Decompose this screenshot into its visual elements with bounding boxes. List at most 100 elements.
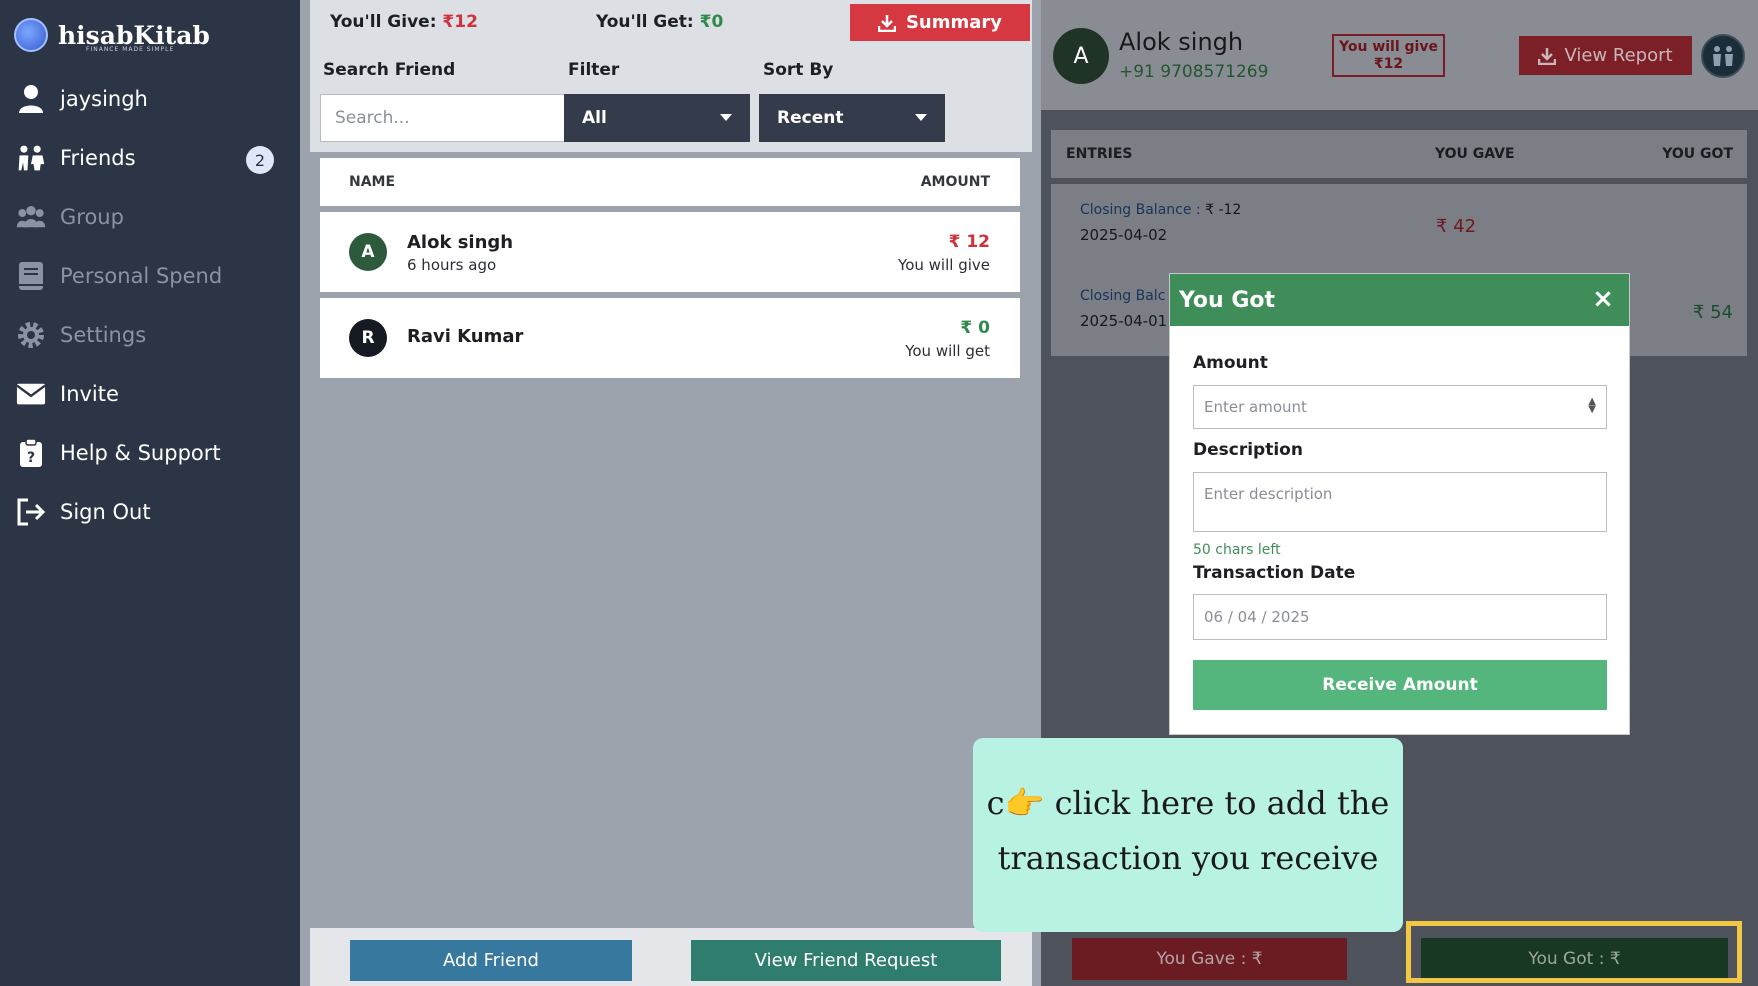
friend-row[interactable]: A Alok singh 6 hours ago ₹ 12 You will g…: [320, 212, 1020, 292]
sidebar-item-help[interactable]: ? Help & Support: [16, 438, 221, 468]
book-icon: [16, 261, 46, 291]
friend-row[interactable]: R Ravi Kumar ₹ 0 You will get: [320, 298, 1020, 378]
sidebar-item-label: Friends: [60, 146, 136, 170]
avatar: A: [1053, 28, 1109, 84]
friend-amount-hint: You will get: [905, 342, 990, 360]
tutorial-tooltip: c👉 click here to add the transaction you…: [973, 738, 1403, 932]
sidebar-item-label: Sign Out: [60, 500, 151, 524]
tooltip-text: c👉 click here to add the transaction you…: [973, 776, 1403, 886]
filter-label: Filter: [568, 60, 620, 80]
envelope-icon: [16, 379, 46, 409]
download-icon: [877, 14, 896, 32]
you-got-highlight: [1406, 921, 1742, 983]
sort-dropdown[interactable]: Recent: [759, 94, 945, 142]
sidebar-item-user[interactable]: jaysingh: [16, 84, 148, 114]
get-label: You'll Get:: [596, 12, 694, 32]
svg-text:?: ?: [27, 450, 35, 466]
brand-tagline: FINANCE MADE SIMPLE: [86, 46, 175, 53]
summary-button[interactable]: Summary: [850, 4, 1030, 41]
filter-value: All: [582, 108, 607, 128]
column-name: NAME: [349, 174, 396, 190]
download-icon: [1538, 47, 1557, 65]
view-report-button[interactable]: View Report: [1519, 36, 1692, 75]
add-friend-button[interactable]: Add Friend: [350, 940, 632, 981]
search-label: Search Friend: [323, 60, 456, 80]
tooltip-line: transaction you receive: [997, 839, 1379, 877]
view-friend-request-button[interactable]: View Friend Request: [691, 940, 1001, 981]
get-value: ₹0: [699, 12, 724, 32]
friend-name: Alok singh: [407, 232, 514, 253]
will-give-text: You will give: [1339, 39, 1438, 55]
will-give-amount: ₹12: [1373, 56, 1404, 72]
date-value: 06 / 04 / 2025: [1204, 608, 1310, 626]
sidebar-item-personal-spend[interactable]: Personal Spend: [16, 261, 222, 291]
column-you-got: YOU GOT: [1662, 146, 1733, 162]
chars-left: 50 chars left: [1193, 542, 1281, 558]
friend-time: 6 hours ago: [407, 256, 497, 274]
date-input[interactable]: 06 / 04 / 2025: [1193, 594, 1607, 640]
entry-label-text: Closing Balance :: [1080, 202, 1201, 218]
close-icon[interactable]: ×: [1589, 286, 1617, 314]
friend-amount: ₹ 12: [948, 232, 990, 252]
filter-dropdown[interactable]: All: [564, 94, 750, 142]
caret-down-icon: [720, 114, 732, 121]
sidebar-item-label: Personal Spend: [60, 264, 223, 288]
entry-date: 2025-04-01: [1080, 312, 1168, 330]
friends-share-icon[interactable]: [1701, 34, 1745, 78]
entry-gave: ₹ 42: [1436, 216, 1477, 237]
entry-row[interactable]: Closing Balance : ₹ -12 2025-04-02 ₹ 42: [1051, 184, 1747, 270]
description-placeholder: Enter description: [1204, 485, 1333, 503]
entry-got: ₹ 54: [1692, 302, 1733, 323]
date-label: Transaction Date: [1193, 563, 1356, 583]
avatar: A: [349, 233, 387, 271]
summary-label: Summary: [905, 12, 1003, 33]
modal-header: You Got ×: [1170, 274, 1629, 326]
sidebar: hisabKitab FINANCE MADE SIMPLE jaysingh …: [0, 0, 300, 986]
stepper-icon[interactable]: ▲ ▼: [1588, 397, 1596, 415]
friends-table-header: NAME AMOUNT: [320, 158, 1020, 206]
friend-name: Ravi Kumar: [407, 326, 524, 347]
description-label: Description: [1193, 440, 1303, 460]
description-input[interactable]: Enter description: [1193, 472, 1607, 532]
sidebar-item-label: jaysingh: [60, 87, 148, 111]
entry-label: Closing Balance : ₹ -12: [1080, 202, 1241, 218]
amount-placeholder: Enter amount: [1204, 398, 1307, 416]
give-value: ₹12: [442, 12, 478, 32]
give-label: You'll Give:: [330, 12, 437, 32]
sidebar-item-invite[interactable]: Invite: [16, 379, 119, 409]
sidebar-item-friends[interactable]: Friends: [16, 143, 136, 173]
entries-header: ENTRIES YOU GAVE YOU GOT: [1051, 130, 1747, 178]
friend-amount: ₹ 0: [960, 318, 990, 338]
sidebar-item-settings[interactable]: Settings: [16, 320, 146, 350]
friends-count-badge: 2: [246, 146, 274, 174]
globe-icon: [14, 18, 48, 52]
friends-actions: Add Friend View Friend Request: [310, 928, 1032, 986]
gear-icon: [16, 320, 46, 350]
search-input[interactable]: [320, 94, 583, 142]
column-you-gave: YOU GAVE: [1435, 146, 1515, 162]
balance-bar: You'll Give: ₹12 You'll Get: ₹0 Summary: [310, 0, 1032, 44]
friends-icon: [16, 143, 46, 173]
sort-label: Sort By: [763, 60, 834, 80]
sidebar-item-signout[interactable]: Sign Out: [16, 497, 151, 527]
sidebar-item-group[interactable]: Group: [16, 202, 124, 232]
column-amount: AMOUNT: [920, 174, 990, 190]
you-gave-button[interactable]: You Gave : ₹: [1072, 938, 1347, 980]
caret-down-icon: [915, 114, 927, 121]
amount-input[interactable]: Enter amount ▲ ▼: [1193, 385, 1607, 429]
avatar: R: [349, 319, 387, 357]
sort-value: Recent: [777, 108, 844, 128]
entry-label: Closing Balc: [1080, 288, 1166, 304]
sign-out-icon: [16, 497, 46, 527]
total-give: You'll Give: ₹12: [330, 12, 478, 32]
sidebar-item-label: Group: [60, 205, 124, 229]
friend-detail-header: A Alok singh +91 9708571269 You will giv…: [1041, 0, 1758, 110]
friend-detail-name: Alok singh: [1119, 28, 1244, 56]
entry-balance: ₹ -12: [1205, 202, 1242, 218]
total-get: You'll Get: ₹0: [596, 12, 723, 32]
user-icon: [16, 84, 46, 114]
receive-amount-button[interactable]: Receive Amount: [1193, 660, 1607, 710]
friend-amount-hint: You will give: [898, 256, 990, 274]
search-controls: Search Friend Filter All Sort By Recent: [310, 44, 1032, 152]
tooltip-line: c👉 click here to add the: [986, 784, 1390, 822]
